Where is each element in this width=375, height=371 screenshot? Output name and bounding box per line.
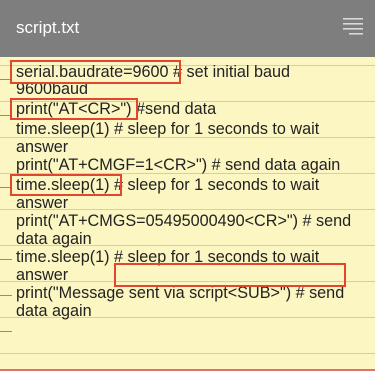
editor-line: answer: [16, 138, 69, 156]
editor-line: print("AT+CMGS=05495000490<CR>") # send: [16, 212, 352, 230]
editor-line: print("AT+CMGF=1<CR>") # send data again: [16, 156, 341, 174]
editor-line: data again: [16, 302, 92, 320]
editor-line: time.sleep(1) # sleep for 1 seconds to w…: [16, 120, 320, 138]
highlight-box: [114, 263, 346, 287]
editor-line: answer: [16, 266, 69, 284]
menu-icon[interactable]: [341, 14, 365, 38]
title-bar: script.txt: [0, 0, 375, 57]
text-editor-area[interactable]: serial.baudrate=9600 # set initial baud …: [0, 57, 375, 371]
editor-line: data again: [16, 230, 92, 248]
file-title: script.txt: [16, 18, 80, 37]
editor-line: answer: [16, 194, 69, 212]
highlight-box: [10, 174, 122, 196]
highlight-box: [10, 60, 181, 84]
highlight-box: [10, 98, 138, 120]
